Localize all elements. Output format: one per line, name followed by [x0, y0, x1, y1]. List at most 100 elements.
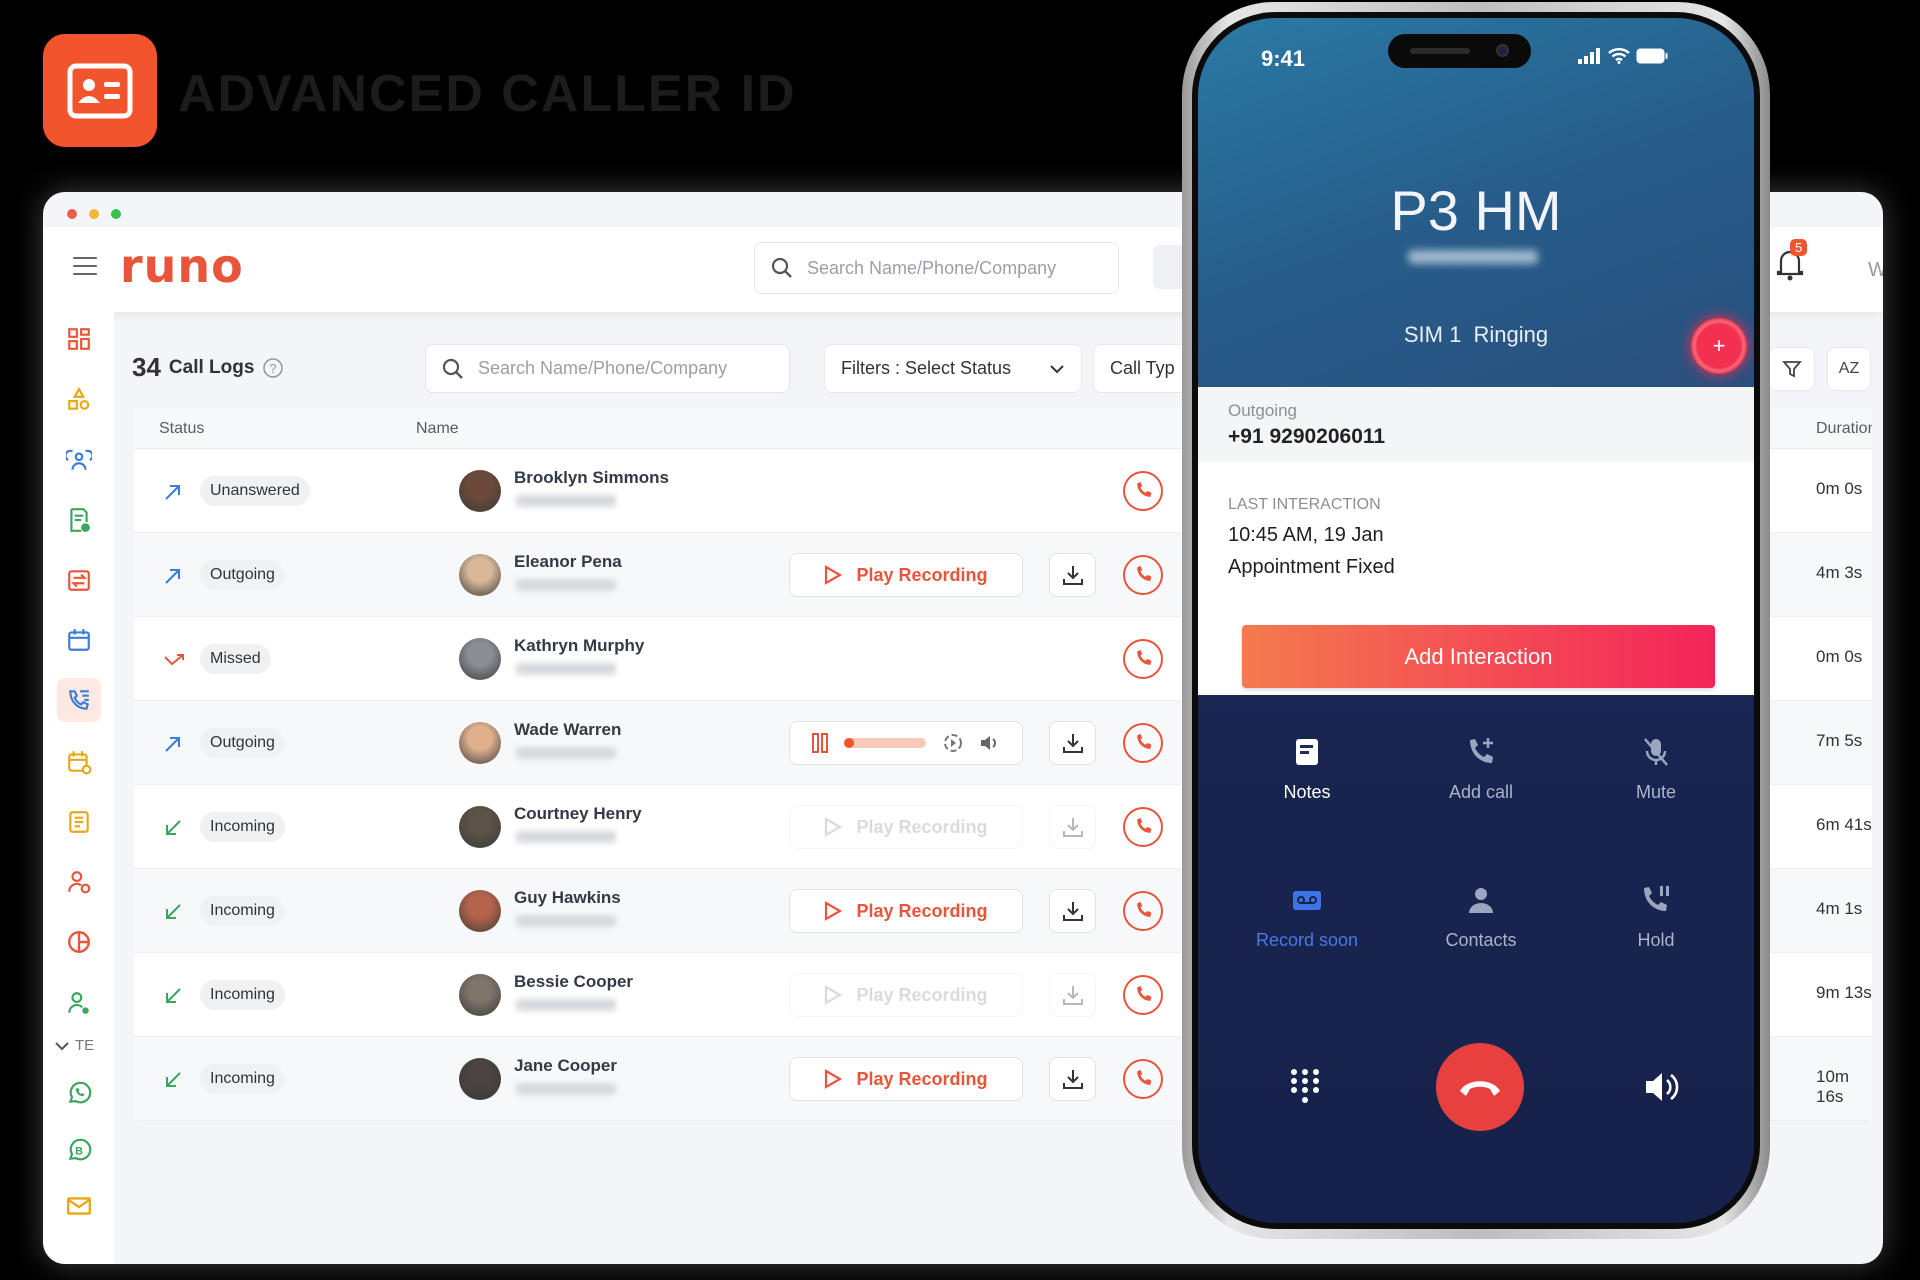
action-add-call-button[interactable]: Add call [1426, 736, 1536, 803]
runo-logo[interactable]: runo [120, 239, 244, 293]
signal-icon [1578, 48, 1600, 64]
contact-name[interactable]: Wade Warren [514, 720, 621, 740]
status-filter-dropdown[interactable]: Filters : Select Status [824, 344, 1082, 393]
call-button[interactable] [1123, 723, 1163, 763]
sidebar-item-calendar[interactable] [57, 618, 101, 662]
contact-name[interactable]: Brooklyn Simmons [514, 468, 669, 488]
audio-progress-slider[interactable] [844, 738, 926, 748]
action-notes-button[interactable]: Notes [1252, 736, 1362, 803]
contact-phone-blurred [516, 1083, 616, 1095]
contact-name[interactable]: Kathryn Murphy [514, 636, 644, 656]
sidebar-item-pie-chart[interactable] [57, 920, 101, 964]
contact-name[interactable]: Guy Hawkins [514, 888, 621, 908]
dashboard-icon [68, 328, 90, 350]
download-button[interactable] [1049, 1057, 1096, 1101]
sidebar-item-notes[interactable] [57, 800, 101, 844]
contact-name[interactable]: Jane Cooper [514, 1056, 617, 1076]
header-search-input[interactable]: Search Name/Phone/Company [754, 242, 1119, 294]
end-call-button[interactable] [1436, 1043, 1524, 1131]
sim-ringing-status: SIM 1 Ringing [1403, 322, 1549, 347]
pause-icon[interactable] [812, 733, 828, 753]
notification-bell[interactable]: 5 [1776, 239, 1808, 283]
header-partial-text: W [1868, 259, 1883, 281]
menu-icon[interactable] [73, 257, 97, 275]
audio-progress-fill [844, 738, 854, 748]
help-icon[interactable]: ? [262, 357, 284, 379]
download-button[interactable] [1049, 553, 1096, 597]
last-interaction-label: LAST INTERACTION [1228, 496, 1381, 513]
action-contacts-button[interactable]: Contacts [1426, 884, 1536, 951]
close-window-dot[interactable] [67, 209, 77, 219]
download-icon [1062, 566, 1083, 585]
contact-phone-blurred [516, 831, 616, 843]
sidebar-item-whatsapp-business[interactable]: B [57, 1128, 101, 1172]
keypad-button[interactable] [1290, 1068, 1320, 1111]
contact-phone-blurred [516, 579, 616, 591]
sidebar-item-team[interactable] [57, 438, 101, 482]
sidebar-item-calendar-refresh[interactable] [57, 740, 101, 784]
action-hold-button[interactable]: Hold [1601, 884, 1711, 951]
sidebar-item-call-logs[interactable] [57, 678, 101, 722]
contact-name[interactable]: Courtney Henry [514, 804, 642, 824]
sidebar-item-user-online[interactable] [57, 981, 101, 1025]
call-button[interactable] [1123, 555, 1163, 595]
call-button[interactable] [1123, 639, 1163, 679]
play-recording-button[interactable]: Play Recording [789, 1057, 1023, 1101]
play-icon [825, 985, 843, 1005]
play-recording-button[interactable]: Play Recording [789, 805, 1023, 849]
contact-name[interactable]: Eleanor Pena [514, 552, 622, 572]
sidebar-item-shapes[interactable] [57, 378, 101, 422]
incoming-arrow-icon [166, 904, 181, 919]
play-icon [825, 1069, 843, 1089]
sidebar-item-form-add[interactable] [57, 498, 101, 542]
sidebar-item-whatsapp[interactable] [57, 1071, 101, 1115]
phone-number: +91 9290206011 [1228, 425, 1386, 448]
avatar [459, 470, 501, 512]
svg-text:?: ? [270, 361, 277, 376]
minimize-window-dot[interactable] [89, 209, 99, 219]
download-button[interactable] [1049, 889, 1096, 933]
action-mute-button[interactable]: Mute [1601, 736, 1711, 803]
volume-icon[interactable] [980, 734, 1000, 752]
status-badge: Outgoing [200, 728, 285, 758]
contact-name[interactable]: Bessie Cooper [514, 972, 633, 992]
call-button[interactable] [1123, 891, 1163, 931]
camera-icon [1496, 44, 1509, 57]
call-button[interactable] [1123, 1059, 1163, 1099]
pie-chart-icon [68, 931, 90, 953]
call-logs-search-input[interactable]: Search Name/Phone/Company [425, 344, 790, 393]
hang-up-icon [1460, 1081, 1500, 1096]
download-button[interactable] [1049, 721, 1096, 765]
sidebar-item-transfer[interactable] [57, 558, 101, 602]
action-label: Record soon [1255, 930, 1359, 950]
replay-icon[interactable] [942, 732, 964, 754]
play-recording-button[interactable]: Play Recording [789, 553, 1023, 597]
sidebar-item-user-sync[interactable] [57, 860, 101, 904]
call-button[interactable] [1123, 471, 1163, 511]
add-fab-button[interactable]: + [1691, 318, 1747, 374]
sidebar-item-mail[interactable] [57, 1184, 101, 1228]
sort-az-button[interactable]: AZ [1827, 347, 1871, 391]
download-button[interactable] [1049, 973, 1096, 1017]
sidebar-item-dashboard[interactable] [57, 317, 101, 361]
play-recording-button[interactable]: Play Recording [789, 889, 1023, 933]
status-badge: Incoming [200, 896, 285, 926]
play-icon [825, 817, 843, 837]
chevron-down-icon [1050, 364, 1064, 373]
speaker-button[interactable] [1644, 1070, 1680, 1109]
download-icon [1062, 818, 1083, 837]
filter-button[interactable] [1768, 347, 1815, 391]
avatar [459, 638, 501, 680]
last-interaction-note: Appointment Fixed [1228, 556, 1395, 578]
caller-name: P3 HM [1390, 179, 1562, 242]
maximize-window-dot[interactable] [111, 209, 121, 219]
call-button[interactable] [1123, 807, 1163, 847]
sidebar-section-toggle[interactable]: TE [55, 1037, 94, 1054]
duration-cell: 4m 3s [1816, 563, 1863, 582]
plus-icon: + [1712, 333, 1726, 358]
call-button[interactable] [1123, 975, 1163, 1015]
play-recording-button[interactable]: Play Recording [789, 973, 1023, 1017]
action-record-soon-button[interactable]: Record soon [1252, 884, 1362, 951]
add-interaction-button[interactable]: Add Interaction [1242, 625, 1715, 688]
download-button[interactable] [1049, 805, 1096, 849]
